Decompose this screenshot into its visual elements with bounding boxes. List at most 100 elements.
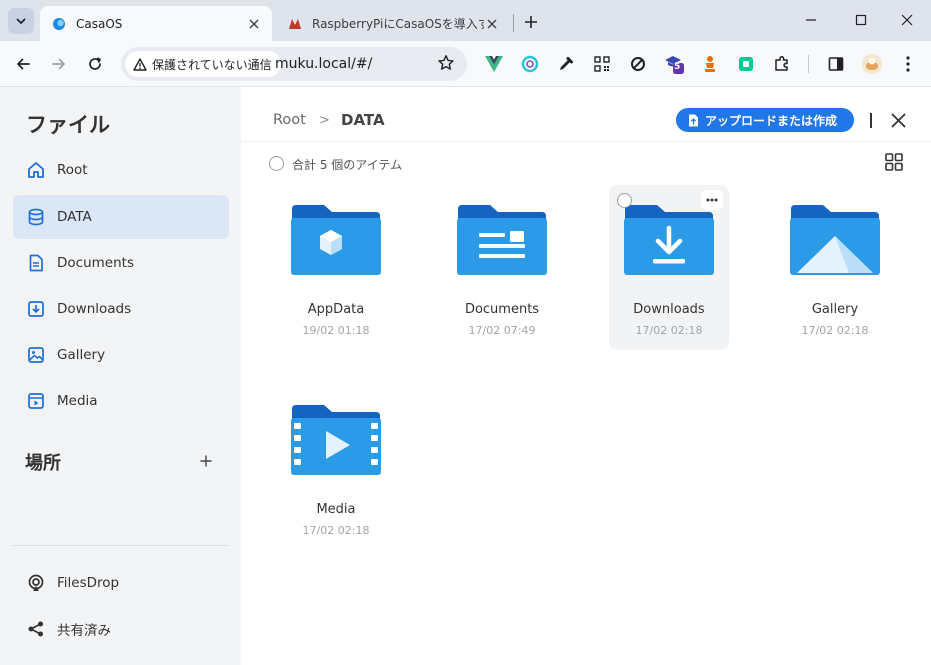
vue-devtools-extension[interactable] — [482, 52, 506, 76]
sidebar-item-gallery[interactable]: Gallery — [13, 333, 229, 377]
item-more-button[interactable] — [701, 190, 723, 210]
window-close-button[interactable] — [892, 8, 922, 32]
gallery-folder-icon — [790, 205, 880, 275]
tab-casaos[interactable]: CasaOS — [40, 6, 272, 41]
close-files-button[interactable] — [888, 110, 908, 130]
files-main-panel: Root > DATA アップロードまたは作成 合計 5 個のアイテム AppD… — [241, 87, 931, 665]
close-icon — [249, 19, 259, 28]
places-title: 場所 — [25, 453, 61, 474]
profile-avatar-button[interactable] — [860, 52, 884, 76]
sidebar-item-label: Documents — [57, 255, 134, 271]
arrow-left-icon — [17, 58, 30, 70]
header-divider — [870, 113, 872, 128]
qr-code-icon — [594, 56, 610, 72]
chess-extension[interactable] — [698, 52, 722, 76]
view-toggle-button[interactable] — [883, 151, 905, 173]
media-folder-icon — [291, 405, 381, 475]
block-icon — [631, 57, 645, 71]
sidebar-item-data[interactable]: DATA — [13, 195, 229, 239]
back-button[interactable] — [11, 52, 35, 76]
sidebar-item-downloads[interactable]: Downloads — [13, 287, 229, 331]
video-icon — [28, 393, 44, 409]
files-sidebar: ファイル Root DATA Documents Downloads Galle… — [0, 87, 241, 665]
sidebar-item-documents[interactable]: Documents — [13, 241, 229, 285]
qr-code-extension[interactable] — [590, 52, 614, 76]
folder-item-media[interactable]: Media 17/02 02:18 — [276, 385, 396, 550]
badge-extension[interactable]: 5 — [662, 52, 686, 76]
sidebar-item-label: Gallery — [57, 347, 106, 363]
reload-button[interactable] — [83, 52, 107, 76]
folder-item-gallery[interactable]: Gallery 17/02 02:18 — [775, 185, 895, 350]
tab-search-button[interactable] — [8, 8, 34, 34]
extensions-menu-button[interactable] — [770, 52, 794, 76]
plus-icon — [200, 455, 212, 467]
filesdrop-icon — [28, 574, 44, 591]
item-date: 17/02 02:18 — [635, 324, 703, 337]
forward-button[interactable] — [47, 52, 71, 76]
security-label: 保護されていない通信 — [152, 57, 272, 72]
home-icon — [28, 162, 44, 178]
breadcrumb-current: DATA — [341, 111, 385, 129]
chevron-down-icon — [16, 18, 26, 24]
folder-item-documents[interactable]: Documents 17/02 07:49 — [442, 185, 562, 350]
item-select-checkbox[interactable] — [617, 193, 632, 208]
close-icon — [890, 112, 906, 128]
add-place-button[interactable] — [196, 451, 216, 471]
document-icon — [29, 254, 43, 272]
minimize-button[interactable] — [796, 8, 826, 32]
new-tab-button[interactable] — [520, 11, 542, 33]
reload-icon — [89, 57, 101, 70]
upload-button-label: アップロードまたは作成 — [705, 113, 838, 128]
bookmark-star-button[interactable] — [437, 54, 455, 76]
sidebar-item-root[interactable]: Root — [13, 148, 229, 192]
sidebar-item-shared[interactable]: 共有済み — [13, 607, 229, 651]
tab-close-button[interactable] — [246, 16, 262, 32]
sidebar-item-media[interactable]: Media — [13, 379, 229, 423]
item-date: 17/02 02:18 — [801, 324, 869, 337]
folder-item-downloads[interactable]: Downloads 17/02 02:18 — [609, 185, 729, 350]
sidebar-item-label: 共有済み — [57, 623, 111, 639]
documents-folder-icon — [457, 205, 547, 275]
database-icon — [28, 208, 44, 226]
tab-separator — [513, 14, 514, 32]
close-icon — [487, 19, 497, 28]
item-date: 19/02 01:18 — [302, 324, 370, 337]
tab-title: RaspberryPiにCasaOSを導入する — [312, 17, 484, 31]
minimize-icon — [806, 19, 816, 21]
avatar-icon — [862, 54, 882, 74]
breadcrumb-root[interactable]: Root — [273, 112, 306, 128]
select-all-checkbox[interactable] — [269, 156, 284, 171]
maximize-button[interactable] — [846, 8, 876, 32]
item-count: 合計 5 個のアイテム — [292, 158, 403, 172]
address-bar[interactable]: 保護されていない通信 muku.local/#/ — [121, 47, 467, 81]
vue-icon — [485, 56, 503, 72]
more-vertical-icon — [906, 56, 910, 72]
grid-view-icon — [885, 153, 903, 171]
sidebar-item-label: FilesDrop — [57, 575, 120, 591]
chess-piece-icon — [705, 56, 715, 72]
eyedropper-icon — [560, 57, 573, 70]
sidebar-item-filesdrop[interactable]: FilesDrop — [13, 561, 229, 605]
arrow-right-icon — [52, 58, 65, 70]
block-extension[interactable] — [626, 52, 650, 76]
upload-or-create-button[interactable]: アップロードまたは作成 — [676, 108, 854, 132]
color-extension[interactable] — [518, 52, 542, 76]
star-icon — [438, 55, 454, 70]
breadcrumb-separator: > — [319, 113, 330, 128]
side-panel-button[interactable] — [824, 52, 848, 76]
browser-menu-button[interactable] — [896, 52, 920, 76]
item-name: Documents — [464, 302, 540, 317]
warning-icon — [133, 57, 147, 71]
sidebar-item-label: Downloads — [57, 301, 132, 317]
eyedropper-extension[interactable] — [554, 52, 578, 76]
plus-icon — [525, 16, 537, 28]
folder-item-appdata[interactable]: AppData 19/02 01:18 — [276, 185, 396, 350]
tab-close-button[interactable] — [484, 16, 500, 32]
item-name: Downloads — [633, 302, 705, 317]
security-indicator[interactable]: 保護されていない通信 — [125, 51, 281, 77]
casaos-favicon-icon — [53, 17, 65, 30]
tab-raspberrypi[interactable]: RaspberryPiにCasaOSを導入する — [278, 6, 510, 41]
item-name: Gallery — [811, 302, 859, 317]
green-extension[interactable] — [734, 52, 758, 76]
ring-icon — [521, 55, 539, 73]
